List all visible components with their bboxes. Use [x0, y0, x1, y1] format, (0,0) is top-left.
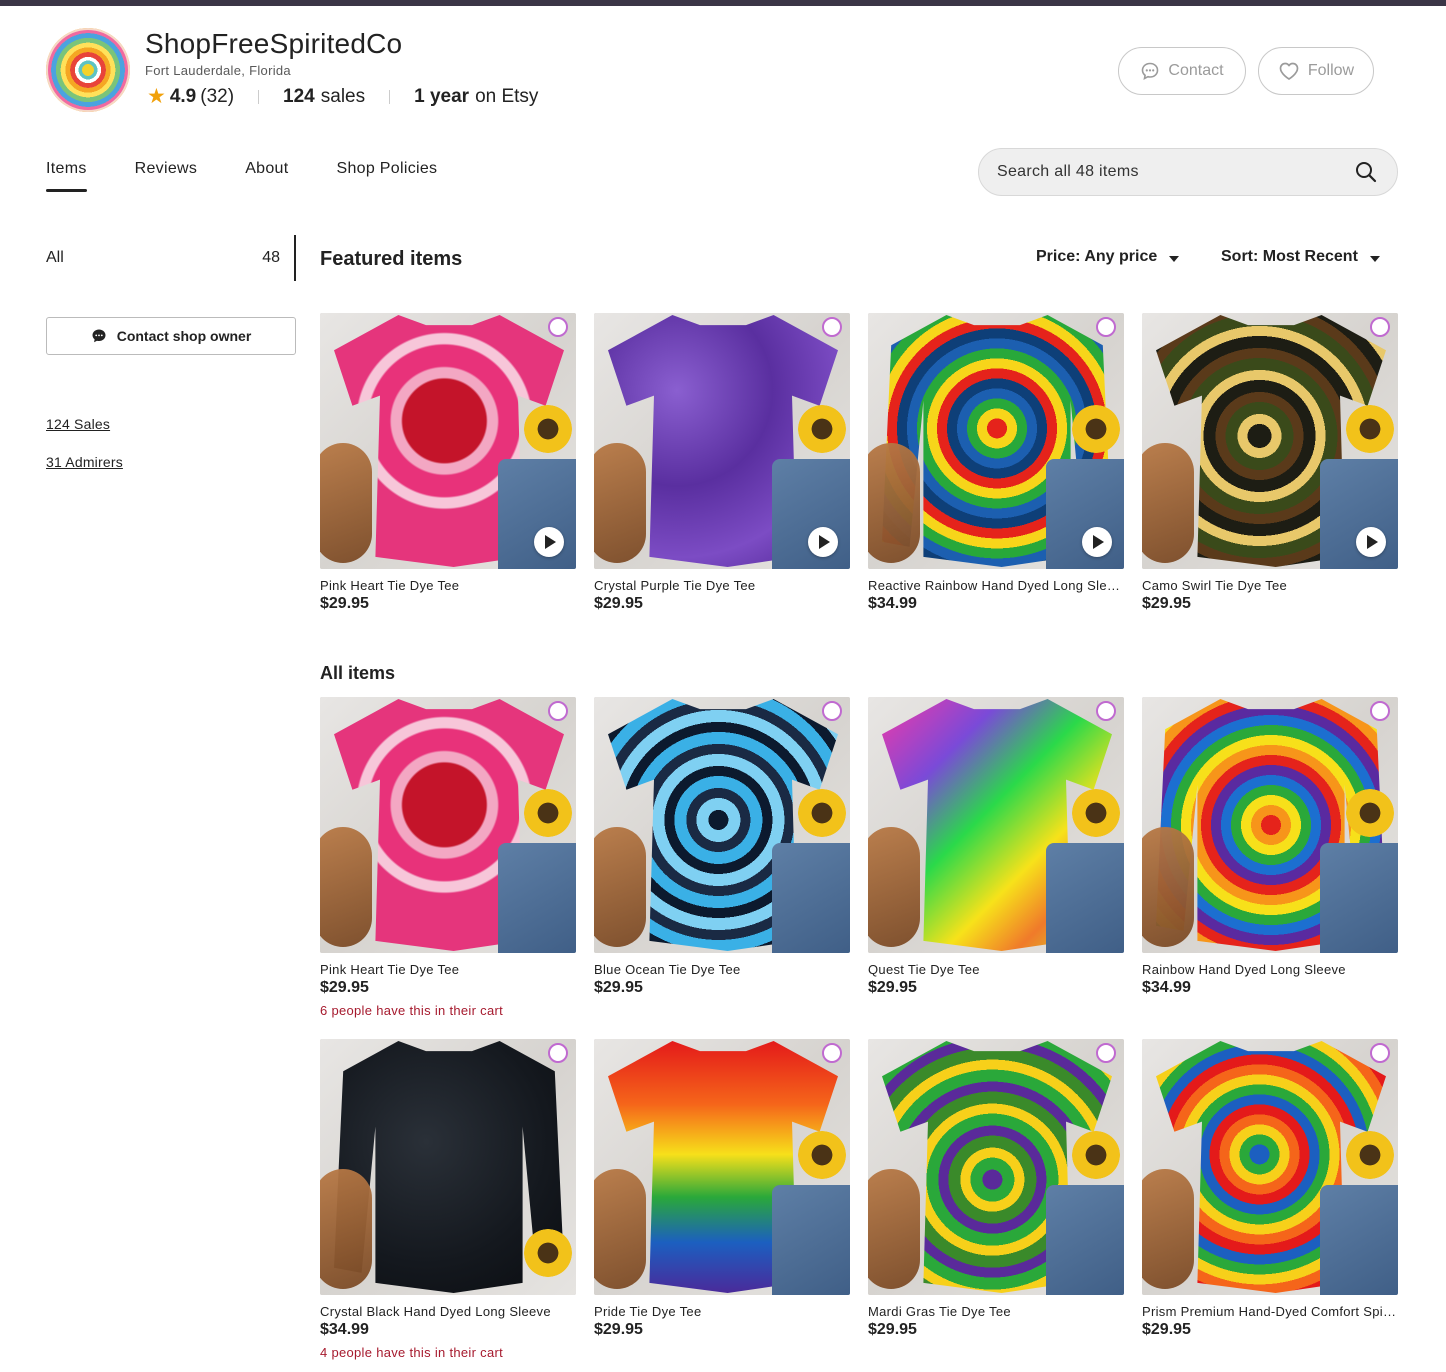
product-title[interactable]: Pink Heart Tie Dye Tee [320, 578, 576, 593]
featured-item-card[interactable]: Crystal Purple Tie Dye Tee $29.95 [594, 313, 850, 613]
sidebar-all-label: All [46, 249, 64, 266]
price-filter-label: Price: Any price [1036, 248, 1158, 265]
product-image[interactable] [320, 697, 576, 953]
product-image[interactable] [868, 697, 1124, 953]
all-items-heading: All items [320, 663, 396, 683]
product-card[interactable]: Crystal Black Hand Dyed Long Sleeve $34.… [320, 1039, 576, 1360]
product-image[interactable] [1142, 313, 1398, 569]
shop-logo[interactable] [46, 28, 130, 112]
chat-bubble-icon [91, 328, 107, 344]
product-image[interactable] [1142, 697, 1398, 953]
tab-shop-policies[interactable]: Shop Policies [337, 160, 438, 192]
product-price: $29.95 [1142, 1321, 1191, 1338]
years-count: 1 year [414, 85, 470, 107]
cart-demand-note: 4 people have this in their cart [320, 1345, 504, 1360]
product-card[interactable]: Pride Tie Dye Tee $29.95 [594, 1039, 850, 1339]
sales-link[interactable]: 124 Sales [46, 416, 110, 432]
product-card[interactable]: Prism Premium Hand-Dyed Comfort Spiral T… [1142, 1039, 1398, 1339]
caret-down-icon [1169, 255, 1180, 262]
product-image[interactable] [320, 1039, 576, 1295]
contact-shop-owner-label: Contact shop owner [116, 328, 252, 344]
top-bar [0, 0, 1446, 6]
product-title[interactable]: Pink Heart Tie Dye Tee [320, 962, 576, 977]
product-price: $29.95 [1142, 595, 1191, 612]
featured-item-card[interactable]: Camo Swirl Tie Dye Tee $29.95 [1142, 313, 1398, 613]
product-title[interactable]: Crystal Black Hand Dyed Long Sleeve [320, 1304, 576, 1319]
shop-search [978, 148, 1398, 196]
tab-reviews[interactable]: Reviews [135, 160, 198, 192]
product-price: $29.95 [868, 1321, 917, 1338]
heart-icon [1278, 61, 1300, 81]
product-title[interactable]: Pride Tie Dye Tee [594, 1304, 850, 1319]
product-title[interactable]: Crystal Purple Tie Dye Tee [594, 578, 850, 593]
contact-shop-owner-button[interactable]: Contact shop owner [46, 317, 296, 355]
divider [389, 89, 391, 104]
product-price: $29.95 [594, 595, 643, 612]
play-video-icon[interactable] [1082, 527, 1112, 557]
product-price: $29.95 [320, 595, 369, 612]
product-title[interactable]: Mardi Gras Tie Dye Tee [868, 1304, 1124, 1319]
product-price: $29.95 [594, 979, 643, 996]
product-title[interactable]: Camo Swirl Tie Dye Tee [1142, 578, 1398, 593]
follow-label: Follow [1307, 62, 1355, 79]
product-image[interactable] [594, 1039, 850, 1295]
product-image[interactable] [868, 313, 1124, 569]
product-card[interactable]: Mardi Gras Tie Dye Tee $29.95 [868, 1039, 1124, 1339]
sales-count: 124 [283, 85, 315, 107]
product-image[interactable] [594, 313, 850, 569]
follow-button[interactable]: Follow [1258, 47, 1374, 95]
featured-items-heading: Featured items [320, 248, 463, 270]
featured-item-card[interactable]: Pink Heart Tie Dye Tee $29.95 [320, 313, 576, 613]
shop-name: ShopFreeSpiritedCo [145, 28, 403, 59]
sales-label: sales [320, 85, 366, 107]
caret-down-icon [1369, 255, 1380, 262]
product-title[interactable]: Quest Tie Dye Tee [868, 962, 1124, 977]
rating-count[interactable]: (32) [200, 86, 234, 108]
product-title[interactable]: Prism Premium Hand-Dyed Comfort Spiral T… [1142, 1304, 1398, 1319]
shop-tabs: Items Reviews About Shop Policies [46, 160, 485, 192]
product-price: $34.99 [1142, 979, 1191, 996]
star-icon: ★ [147, 85, 166, 108]
sort-dropdown[interactable]: Sort: Most Recent [1221, 248, 1380, 266]
tab-items[interactable]: Items [46, 160, 87, 192]
rating-value: 4.9 [169, 85, 197, 107]
product-price: $29.95 [594, 1321, 643, 1338]
sort-label: Sort: Most Recent [1221, 248, 1358, 265]
product-card[interactable]: Rainbow Hand Dyed Long Sleeve $34.99 [1142, 697, 1398, 997]
product-title[interactable]: Blue Ocean Tie Dye Tee [594, 962, 850, 977]
contact-button[interactable]: Contact [1118, 47, 1246, 95]
product-price: $34.99 [320, 1321, 369, 1338]
product-card[interactable]: Pink Heart Tie Dye Tee $29.95 6 people h… [320, 697, 576, 1018]
product-card[interactable]: Quest Tie Dye Tee $29.95 [868, 697, 1124, 997]
product-price: $29.95 [868, 979, 917, 996]
product-image[interactable] [320, 313, 576, 569]
contact-label: Contact [1168, 62, 1224, 79]
play-video-icon[interactable] [1356, 527, 1386, 557]
cart-demand-note: 6 people have this in their cart [320, 1003, 504, 1018]
product-image[interactable] [1142, 1039, 1398, 1295]
divider [258, 89, 260, 104]
search-icon[interactable] [1353, 159, 1379, 185]
chat-bubble-icon [1140, 61, 1160, 81]
play-video-icon[interactable] [808, 527, 838, 557]
product-image[interactable] [868, 1039, 1124, 1295]
sidebar-all-count: 48 [262, 249, 280, 266]
play-video-icon[interactable] [534, 527, 564, 557]
shop-location: Fort Lauderdale, Florida [145, 63, 291, 78]
product-card[interactable]: Blue Ocean Tie Dye Tee $29.95 [594, 697, 850, 997]
featured-item-card[interactable]: Reactive Rainbow Hand Dyed Long Sleeve $… [868, 313, 1124, 613]
price-filter-dropdown[interactable]: Price: Any price [1036, 248, 1180, 266]
sidebar-item-all[interactable]: All 48 [46, 235, 296, 281]
tab-about[interactable]: About [245, 160, 288, 192]
shop-stats: ★ 4.9 (32) 124 sales 1 year on Etsy [147, 84, 538, 109]
years-label: on Etsy [475, 85, 539, 107]
product-title[interactable]: Reactive Rainbow Hand Dyed Long Sleeve [868, 578, 1124, 593]
product-price: $34.99 [868, 595, 917, 612]
admirers-link[interactable]: 31 Admirers [46, 454, 123, 470]
product-title[interactable]: Rainbow Hand Dyed Long Sleeve [1142, 962, 1398, 977]
product-image[interactable] [594, 697, 850, 953]
search-input[interactable] [997, 163, 1353, 181]
product-price: $29.95 [320, 979, 369, 996]
